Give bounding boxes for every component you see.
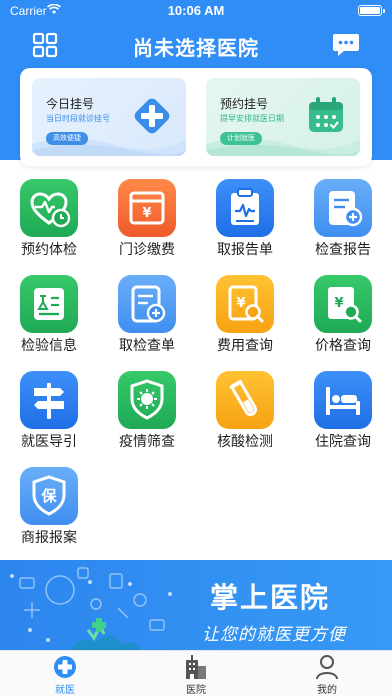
- service-label: 检验信息: [21, 337, 77, 353]
- calendar-icon: [309, 97, 343, 132]
- service-label: 门诊缴费: [119, 241, 175, 257]
- service-tile: [20, 179, 78, 237]
- service-inpatient-query[interactable]: 住院查询: [294, 368, 392, 464]
- heart-clock-icon: [30, 192, 71, 228]
- yuan-glyph: ¥: [236, 296, 245, 311]
- yuan-search-icon: ¥: [328, 287, 362, 323]
- tab-hospital[interactable]: 医院: [131, 651, 261, 696]
- service-fetch-exam-sheet[interactable]: 取检查单: [98, 272, 196, 368]
- service-label: 住院查询: [315, 433, 371, 449]
- service-label: 检查报告: [315, 241, 371, 257]
- registration-card: 今日挂号 当日时段就诊挂号 高效便捷 预约挂号 提早安排就医日期 计划就医: [20, 68, 372, 166]
- flask-doc-icon: [34, 288, 64, 320]
- yuan-glyph: ¥: [334, 296, 343, 311]
- service-navigation-guide[interactable]: 就医导引: [0, 368, 98, 464]
- battery-icon: [358, 5, 385, 16]
- hospital-building-icon: [186, 655, 206, 679]
- yuan-glyph: ¥: [142, 206, 151, 221]
- service-label: 取检查单: [119, 337, 175, 353]
- booking-registration-button[interactable]: 预约挂号 提早安排就医日期 计划就医: [206, 78, 360, 156]
- tab-label: 医院: [186, 685, 206, 696]
- navbar: 尚未选择医院: [0, 24, 392, 66]
- service-tile: ¥: [216, 275, 274, 333]
- booking-registration-title: 预约挂号: [220, 97, 269, 111]
- status-bar: Carrier 10:06 AM: [0, 0, 392, 22]
- service-lab-info[interactable]: 检验信息: [0, 272, 98, 368]
- promo-banner[interactable]: 掌上医院 让您的就医更方便: [0, 560, 392, 654]
- service-tile: [20, 275, 78, 333]
- service-insurance-claim[interactable]: 保 商报报案: [0, 464, 98, 560]
- yuan-card-icon: ¥: [129, 191, 165, 225]
- service-fee-query[interactable]: ¥ 费用查询: [196, 272, 294, 368]
- service-tile: ¥: [118, 179, 176, 237]
- tab-medical[interactable]: 就医: [0, 651, 130, 696]
- service-label: 疫情筛查: [119, 433, 175, 449]
- service-tile: [20, 371, 78, 429]
- document-plus-icon: [329, 191, 363, 227]
- service-tile: [314, 179, 372, 237]
- service-tile: [216, 179, 274, 237]
- insurance-glyph: 保: [40, 487, 57, 505]
- user-icon: [316, 655, 338, 680]
- tab-bar: 就医 医院 我的: [0, 650, 392, 696]
- booking-registration-tag: 计划就医: [220, 132, 262, 145]
- service-tile: [118, 275, 176, 333]
- service-outpatient-payment[interactable]: ¥ 门诊缴费: [98, 176, 196, 272]
- tab-label: 就医: [55, 685, 75, 696]
- service-tile: ¥: [314, 275, 372, 333]
- booking-registration-subtitle: 提早安排就医日期: [220, 114, 284, 123]
- service-label: 就医导引: [21, 433, 77, 449]
- service-fetch-report[interactable]: 取报告单: [196, 176, 294, 272]
- today-registration-button[interactable]: 今日挂号 当日时段就诊挂号 高效便捷: [32, 78, 186, 156]
- banner-title: 掌上医院: [210, 582, 331, 613]
- medical-cross-icon: [54, 656, 76, 678]
- service-label: 价格查询: [315, 337, 371, 353]
- service-epidemic-screening[interactable]: 疫情筛查: [98, 368, 196, 464]
- service-label: 商报报案: [21, 529, 77, 545]
- service-physical-exam[interactable]: 预约体检: [0, 176, 98, 272]
- service-label: 核酸检测: [217, 433, 273, 449]
- hospital-bed-icon: [326, 387, 360, 415]
- document-plus-icon: [131, 285, 166, 323]
- medical-pattern-decoration: [10, 567, 172, 654]
- today-registration-subtitle: 当日时段就诊挂号: [46, 114, 110, 123]
- service-exam-report[interactable]: 检查报告: [294, 176, 392, 272]
- service-tile: 保: [20, 467, 78, 525]
- today-registration-tag: 高效便捷: [46, 132, 88, 145]
- tab-label: 我的: [317, 685, 337, 696]
- medical-plus-icon: [134, 98, 170, 134]
- service-tile: [118, 371, 176, 429]
- service-tile: [314, 371, 372, 429]
- status-time: 10:06 AM: [167, 3, 225, 18]
- service-price-query[interactable]: ¥ 价格查询: [294, 272, 392, 368]
- virus-shield-icon: [130, 379, 164, 420]
- tab-profile[interactable]: 我的: [262, 651, 392, 696]
- service-label: 预约体检: [21, 241, 77, 257]
- signpost-icon: [34, 383, 64, 419]
- test-tube-icon: [229, 379, 257, 417]
- banner-subtitle: 让您的就医更方便: [202, 625, 346, 645]
- message-icon[interactable]: [332, 32, 360, 58]
- insurance-shield-icon: 保: [32, 475, 66, 516]
- service-tile: [216, 371, 274, 429]
- service-label: 费用查询: [217, 337, 273, 353]
- clipboard-pulse-icon: [231, 188, 259, 225]
- yuan-search-icon: ¥: [228, 285, 264, 323]
- today-registration-title: 今日挂号: [46, 97, 95, 111]
- service-nucleic-test[interactable]: 核酸检测: [196, 368, 294, 464]
- service-label: 取报告单: [217, 241, 273, 257]
